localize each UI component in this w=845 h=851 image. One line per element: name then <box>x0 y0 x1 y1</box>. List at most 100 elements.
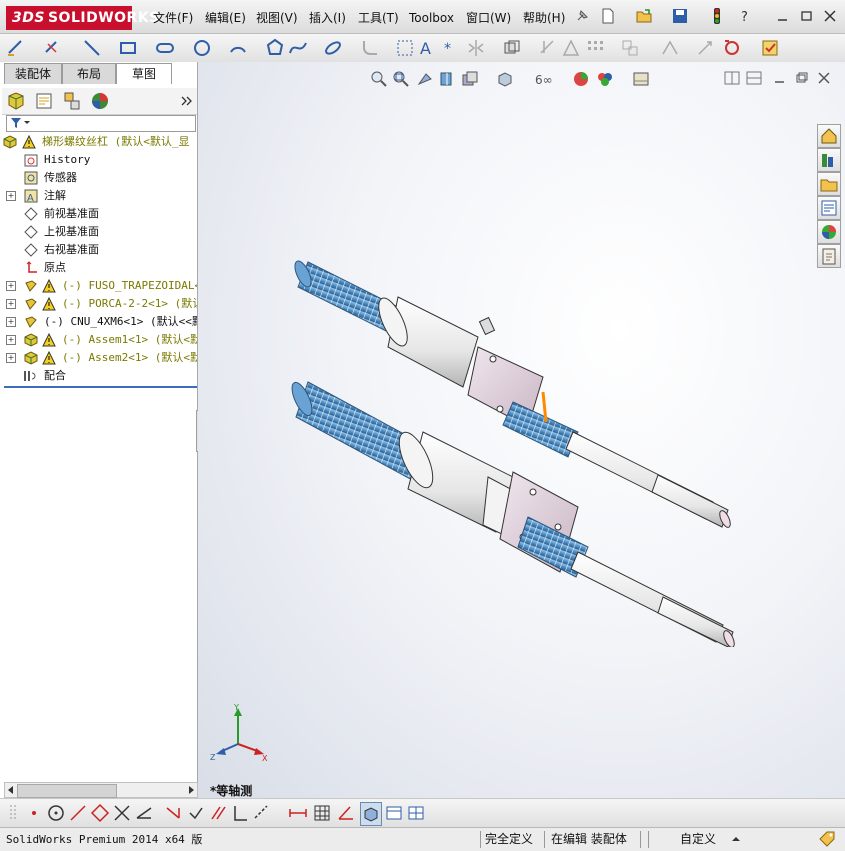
scrollbar-thumb[interactable] <box>17 784 117 798</box>
property-manager-icon[interactable] <box>34 91 54 111</box>
tree-item-right-plane[interactable]: 右视基准面 <box>0 241 197 259</box>
menu-help[interactable]: 帮助(H) <box>520 8 568 28</box>
viewport-tile-icon[interactable] <box>724 71 740 85</box>
tree-item-origin[interactable]: 原点 <box>0 259 197 277</box>
smart-dimension-icon[interactable] <box>42 38 62 58</box>
tab-sketch[interactable]: 草图 <box>116 63 172 84</box>
task-pane-library-tab[interactable] <box>817 148 841 172</box>
horizontal-dimension-icon[interactable] <box>288 803 308 823</box>
sketch-chamfer-icon[interactable] <box>164 803 184 823</box>
units-selector[interactable]: 自定义 <box>680 831 716 848</box>
expand-toggle-icon[interactable]: + <box>6 353 16 363</box>
new-document-icon[interactable] <box>600 8 616 24</box>
parallel-relation-icon[interactable] <box>208 803 228 823</box>
expand-toggle-icon[interactable]: + <box>6 317 16 327</box>
task-pane-home-tab[interactable] <box>817 124 841 148</box>
rebuild-traffic-light-icon[interactable] <box>709 8 725 24</box>
previous-view-icon[interactable] <box>416 70 434 88</box>
model-graphics[interactable] <box>288 227 748 647</box>
hide-show-items-icon[interactable] <box>572 70 590 88</box>
viewport-tile-horizontal-icon[interactable] <box>746 71 762 85</box>
tree-item-front-plane[interactable]: 前视基准面 <box>0 205 197 223</box>
tree-item-history[interactable]: History <box>0 151 197 169</box>
grid-icon[interactable] <box>312 803 332 823</box>
angle-line-icon[interactable] <box>134 803 154 823</box>
mirror-entities-icon[interactable] <box>466 38 486 58</box>
rapid-sketch-icon[interactable] <box>722 38 742 58</box>
slot-icon[interactable] <box>155 38 175 58</box>
window-layout-icon[interactable] <box>384 803 404 823</box>
tree-item-fuso-trapezoidal[interactable]: + (-) FUSO_TRAPEZOIDAL<1> <box>0 277 197 295</box>
expand-toggle-icon[interactable]: + <box>6 281 16 291</box>
feature-manager-tree-icon[interactable] <box>6 91 26 111</box>
task-pane-custom-tab[interactable] <box>817 244 841 268</box>
arc-icon[interactable] <box>228 38 248 58</box>
scroll-left-arrow-icon[interactable] <box>6 785 16 795</box>
tree-root-assembly[interactable]: 梯形螺纹丝杠 (默认<默认_显 <box>0 133 197 151</box>
open-folder-icon[interactable] <box>636 8 652 24</box>
menu-window[interactable]: 窗口(W) <box>463 8 514 28</box>
task-pane-file-explorer-tab[interactable] <box>817 172 841 196</box>
split-window-icon[interactable] <box>406 803 426 823</box>
angular-dimension-icon[interactable] <box>336 803 356 823</box>
menu-edit[interactable]: 编辑(E) <box>202 8 249 28</box>
text-icon[interactable]: A <box>417 38 437 58</box>
tab-assembly[interactable]: 装配体 <box>4 63 62 84</box>
circle-icon[interactable] <box>192 38 212 58</box>
expand-toggle-icon[interactable]: + <box>6 191 16 201</box>
centerline-icon[interactable] <box>68 803 88 823</box>
filter-funnel-icon[interactable] <box>10 117 30 129</box>
quick-snaps-icon[interactable] <box>695 38 715 58</box>
sketch-icon[interactable] <box>6 38 26 58</box>
menu-file[interactable]: 文件(F) <box>150 8 196 28</box>
tree-filter-input[interactable] <box>6 115 196 132</box>
tree-item-sensors[interactable]: 传感器 <box>0 169 197 187</box>
line-icon[interactable] <box>82 38 102 58</box>
spline-icon[interactable] <box>288 38 308 58</box>
options-icon[interactable] <box>760 38 780 58</box>
menu-view[interactable]: 视图(V) <box>253 8 301 28</box>
active-view-cube-icon[interactable] <box>360 802 382 826</box>
move-entities-icon[interactable] <box>620 38 640 58</box>
display-style-icon[interactable]: 6∞ <box>534 70 552 88</box>
construction-geometry-icon[interactable] <box>90 803 110 823</box>
minimize-window-icon[interactable] <box>775 8 791 24</box>
tree-item-cnu[interactable]: + (-) CNU_4XM6<1> (默认<<默 <box>0 313 197 331</box>
ellipse-icon[interactable] <box>323 38 343 58</box>
tree-item-porca[interactable]: + (-) PORCA-2-2<1> (默认< <box>0 295 197 313</box>
doc-close-icon[interactable] <box>816 71 832 85</box>
menu-toolbox[interactable]: Toolbox <box>406 8 457 28</box>
tree-item-mates[interactable]: 配合 <box>0 367 197 385</box>
tab-layout[interactable]: 布局 <box>62 63 116 84</box>
menu-tools[interactable]: 工具(T) <box>355 8 402 28</box>
coincident-relation-icon[interactable] <box>186 803 206 823</box>
perpendicular-relation-icon[interactable] <box>230 803 250 823</box>
point-icon[interactable]: * <box>440 38 460 58</box>
expand-toggle-icon[interactable]: + <box>6 299 16 309</box>
offset-entities-icon[interactable] <box>395 38 415 58</box>
task-pane-appearances-tab[interactable] <box>817 220 841 244</box>
doc-minimize-icon[interactable] <box>772 71 788 85</box>
linear-pattern-icon[interactable] <box>585 38 605 58</box>
sketch-point-icon[interactable] <box>24 803 44 823</box>
task-pane-properties-tab[interactable] <box>817 196 841 220</box>
polygon-icon[interactable] <box>265 38 285 58</box>
restore-window-icon[interactable] <box>799 8 815 24</box>
graphics-viewport[interactable]: 6∞ Y X Z *等轴测 <box>198 62 845 827</box>
rectangle-icon[interactable] <box>118 38 138 58</box>
display-manager-icon[interactable] <box>90 91 110 111</box>
tree-item-top-plane[interactable]: 上视基准面 <box>0 223 197 241</box>
menu-insert[interactable]: 插入(I) <box>306 8 349 28</box>
tree-item-assem1[interactable]: + (-) Assem1<1> (默认<默认 <box>0 331 197 349</box>
edit-appearance-icon[interactable] <box>596 70 614 88</box>
scroll-right-arrow-icon[interactable] <box>186 785 196 795</box>
pin-icon[interactable] <box>574 8 590 24</box>
view-orientation-icon[interactable] <box>496 70 514 88</box>
tangent-relation-icon[interactable] <box>252 803 272 823</box>
trim-entities-icon[interactable] <box>538 38 558 58</box>
zoom-to-fit-icon[interactable] <box>370 70 388 88</box>
close-window-icon[interactable] <box>822 8 838 24</box>
repair-sketch-icon[interactable] <box>561 38 581 58</box>
expand-toggle-icon[interactable]: + <box>6 335 16 345</box>
centerpoint-circle-icon[interactable] <box>46 803 66 823</box>
